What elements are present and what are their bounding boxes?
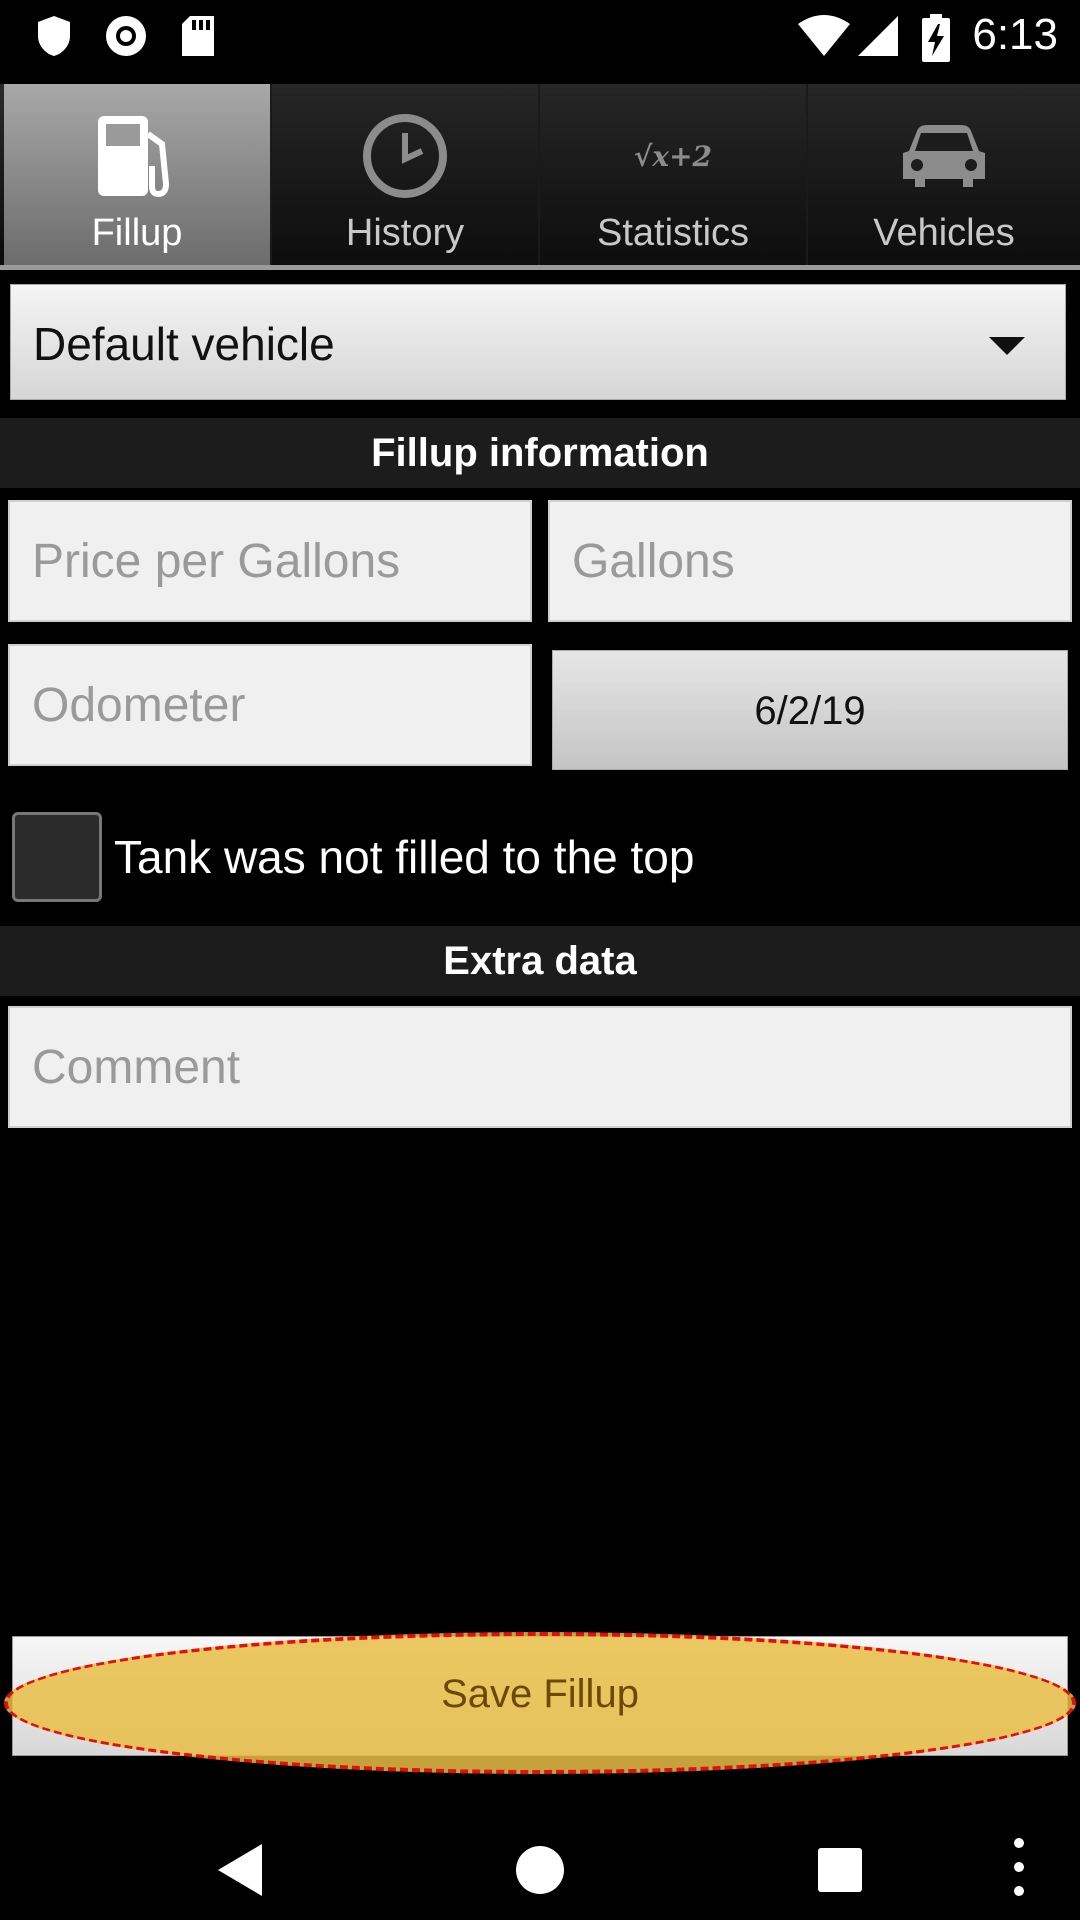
tank-not-full-checkbox[interactable]: [12, 812, 102, 902]
vehicle-select-value: Default vehicle: [33, 318, 335, 370]
extra-data-header: Extra data: [0, 926, 1080, 996]
odometer-input[interactable]: [10, 646, 530, 764]
tab-label: Fillup: [91, 212, 183, 254]
home-icon[interactable]: [516, 1846, 564, 1894]
tab-vehicles[interactable]: Vehicles: [808, 84, 1080, 266]
status-bar: 6:13: [0, 0, 1080, 78]
save-button-label: Save Fillup: [441, 1672, 639, 1716]
price-field[interactable]: [8, 500, 532, 622]
tab-fillup[interactable]: Fillup: [4, 84, 272, 270]
shield-icon: [38, 16, 70, 56]
navigation-bar: [0, 1800, 1080, 1920]
price-input[interactable]: [10, 502, 530, 620]
odometer-field[interactable]: [8, 644, 532, 766]
record-icon: [106, 16, 146, 56]
battery-charging-icon: [922, 14, 950, 62]
comment-field[interactable]: [8, 1006, 1072, 1128]
fillup-info-header: Fillup information: [0, 418, 1080, 488]
car-icon: [903, 125, 985, 187]
fuel-pump-icon: [98, 116, 170, 198]
gallons-field[interactable]: [548, 500, 1072, 622]
signal-icon: [858, 16, 898, 56]
clock-time: 6:13: [972, 10, 1058, 59]
more-options-icon[interactable]: [1014, 1838, 1024, 1910]
gallons-input[interactable]: [550, 502, 1070, 620]
tab-underline: [0, 265, 1080, 270]
vehicle-select[interactable]: Default vehicle: [10, 284, 1066, 400]
clock-icon: [363, 114, 447, 198]
chevron-down-icon: [989, 337, 1025, 355]
tank-not-full-label[interactable]: Tank was not filled to the top: [114, 830, 694, 884]
tab-history[interactable]: History: [272, 84, 540, 266]
back-icon[interactable]: [218, 1844, 262, 1896]
tab-statistics[interactable]: √x+2 Statistics: [540, 84, 808, 266]
tab-label: Statistics: [596, 212, 750, 254]
date-button[interactable]: 6/2/19: [552, 650, 1068, 770]
sqrt-formula-icon: √x+2: [633, 139, 713, 173]
tab-bar: Fillup History √x+2 Statistics Vehicles: [0, 84, 1080, 270]
wifi-icon: [798, 15, 850, 56]
comment-input[interactable]: [10, 1008, 1070, 1126]
recents-icon[interactable]: [818, 1848, 862, 1892]
tab-label: History: [345, 212, 465, 254]
tab-label: Vehicles: [873, 212, 1015, 254]
sd-card-icon: [182, 16, 214, 56]
